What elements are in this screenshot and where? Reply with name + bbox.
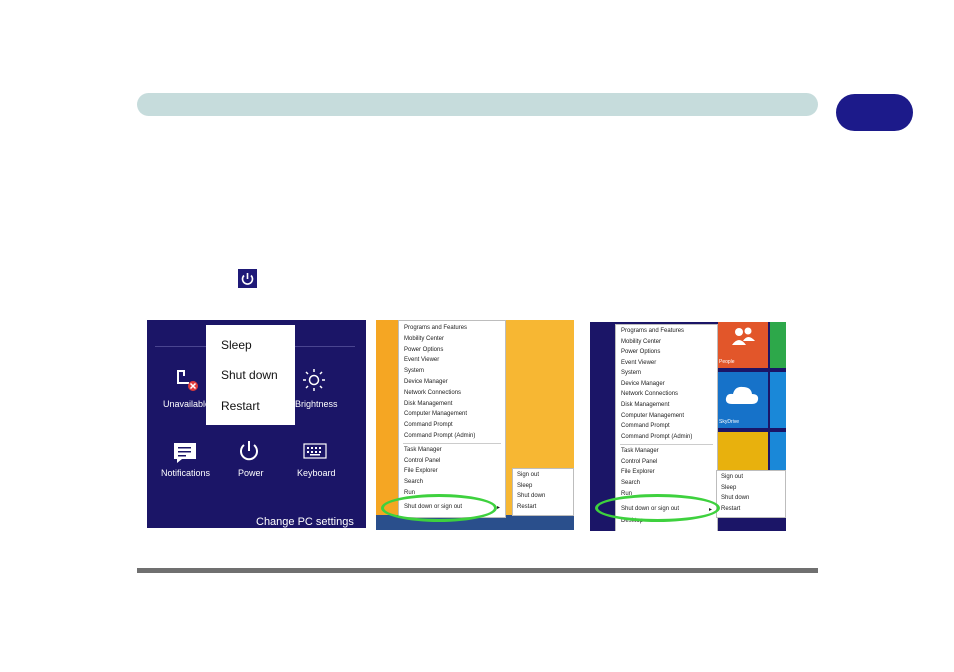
chapter-header-bar: [137, 93, 818, 116]
context-menu: Programs and Features Mobility Center Po…: [398, 320, 506, 518]
ctx-item-search[interactable]: Search: [404, 479, 423, 485]
submenu-item-sleep[interactable]: Sleep: [721, 485, 736, 491]
highlight-ellipse: [595, 494, 720, 522]
winx-menu-screenshot-start: People SkyDrive Programs and Features Mo…: [590, 322, 786, 531]
shutdown-submenu: Sign out Sleep Shut down Restart: [716, 470, 786, 518]
ctx-item-command-prompt[interactable]: Command Prompt: [621, 423, 670, 429]
people-icon: [732, 327, 755, 345]
submenu-item-shut-down[interactable]: Shut down: [721, 495, 749, 501]
ctx-item-system[interactable]: System: [404, 368, 424, 374]
power-icon[interactable]: [237, 439, 261, 468]
submenu-item-restart[interactable]: Restart: [517, 504, 536, 510]
ctx-item-disk-management[interactable]: Disk Management: [621, 402, 669, 408]
ctx-item-device-manager[interactable]: Device Manager: [621, 381, 665, 387]
menu-item-sleep[interactable]: Sleep: [221, 338, 252, 352]
ctx-item-power-options[interactable]: Power Options: [621, 349, 660, 355]
people-tile-label: People: [719, 359, 735, 365]
ctx-separator: [620, 444, 713, 445]
menu-item-restart[interactable]: Restart: [221, 399, 260, 413]
ctx-item-power-options[interactable]: Power Options: [404, 347, 443, 353]
submenu-item-sleep[interactable]: Sleep: [517, 483, 532, 489]
ctx-item-command-prompt[interactable]: Command Prompt: [404, 422, 453, 428]
submenu-item-sign-out[interactable]: Sign out: [517, 472, 539, 478]
notifications-icon[interactable]: [173, 442, 197, 469]
cloud-icon: [725, 386, 759, 404]
ctx-item-mobility-center[interactable]: Mobility Center: [621, 339, 661, 345]
footer-divider: [137, 568, 818, 573]
ctx-item-command-prompt-admin[interactable]: Command Prompt (Admin): [621, 434, 692, 440]
brightness-label: Brightness: [295, 399, 338, 409]
ctx-item-device-manager[interactable]: Device Manager: [404, 379, 448, 385]
menu-item-shut-down[interactable]: Shut down: [221, 368, 278, 382]
ctx-item-task-manager[interactable]: Task Manager: [404, 447, 442, 453]
ctx-separator: [403, 443, 501, 444]
tile-blue-2: [770, 432, 786, 472]
ctx-item-computer-management[interactable]: Computer Management: [621, 413, 684, 419]
ctx-item-event-viewer[interactable]: Event Viewer: [621, 360, 656, 366]
shutdown-submenu: Sign out Sleep Shut down Restart: [512, 468, 574, 516]
ctx-item-computer-management[interactable]: Computer Management: [404, 411, 467, 417]
unavailable-label: Unavailable: [163, 399, 211, 409]
keyboard-icon[interactable]: [303, 443, 327, 464]
ctx-item-system[interactable]: System: [621, 370, 641, 376]
tile-blue: [770, 372, 786, 428]
chapter-badge: [836, 94, 913, 131]
skydrive-tile-label: SkyDrive: [719, 419, 740, 425]
ctx-item-network-connections[interactable]: Network Connections: [621, 391, 678, 397]
submenu-item-shut-down[interactable]: Shut down: [517, 493, 545, 499]
ctx-item-event-viewer[interactable]: Event Viewer: [404, 357, 439, 363]
ctx-item-file-explorer[interactable]: File Explorer: [404, 468, 438, 474]
highlight-ellipse: [381, 494, 497, 522]
ctx-item-control-panel[interactable]: Control Panel: [621, 459, 657, 465]
chevron-right-icon: ▸: [497, 505, 501, 511]
tile-yellow: [718, 432, 768, 472]
network-unavailable-icon[interactable]: [174, 367, 200, 398]
power-options-menu: Sleep Shut down Restart: [206, 325, 295, 425]
tile-green: [770, 322, 786, 368]
brightness-icon[interactable]: [302, 368, 326, 397]
ctx-item-mobility-center[interactable]: Mobility Center: [404, 336, 444, 342]
change-pc-settings-link[interactable]: Change PC settings: [256, 516, 354, 528]
ctx-item-programs-features[interactable]: Programs and Features: [621, 328, 684, 334]
ctx-item-search[interactable]: Search: [621, 480, 640, 486]
ctx-item-command-prompt-admin[interactable]: Command Prompt (Admin): [404, 433, 475, 439]
ctx-item-file-explorer[interactable]: File Explorer: [621, 469, 655, 475]
power-label: Power: [238, 468, 264, 478]
ctx-item-control-panel[interactable]: Control Panel: [404, 458, 440, 464]
power-icon: [238, 269, 257, 288]
ctx-item-task-manager[interactable]: Task Manager: [621, 448, 659, 454]
settings-charm-screenshot: Unavailable Brightness Notifications Pow…: [147, 320, 366, 528]
notifications-label: Notifications: [161, 468, 211, 478]
ctx-item-disk-management[interactable]: Disk Management: [404, 401, 452, 407]
ctx-item-network-connections[interactable]: Network Connections: [404, 390, 461, 396]
ctx-item-programs-features[interactable]: Programs and Features: [404, 325, 467, 331]
submenu-item-sign-out[interactable]: Sign out: [721, 474, 743, 480]
keyboard-label: Keyboard: [297, 468, 336, 478]
submenu-item-restart[interactable]: Restart: [721, 506, 740, 512]
winx-menu-screenshot-orange: Programs and Features Mobility Center Po…: [376, 320, 574, 530]
